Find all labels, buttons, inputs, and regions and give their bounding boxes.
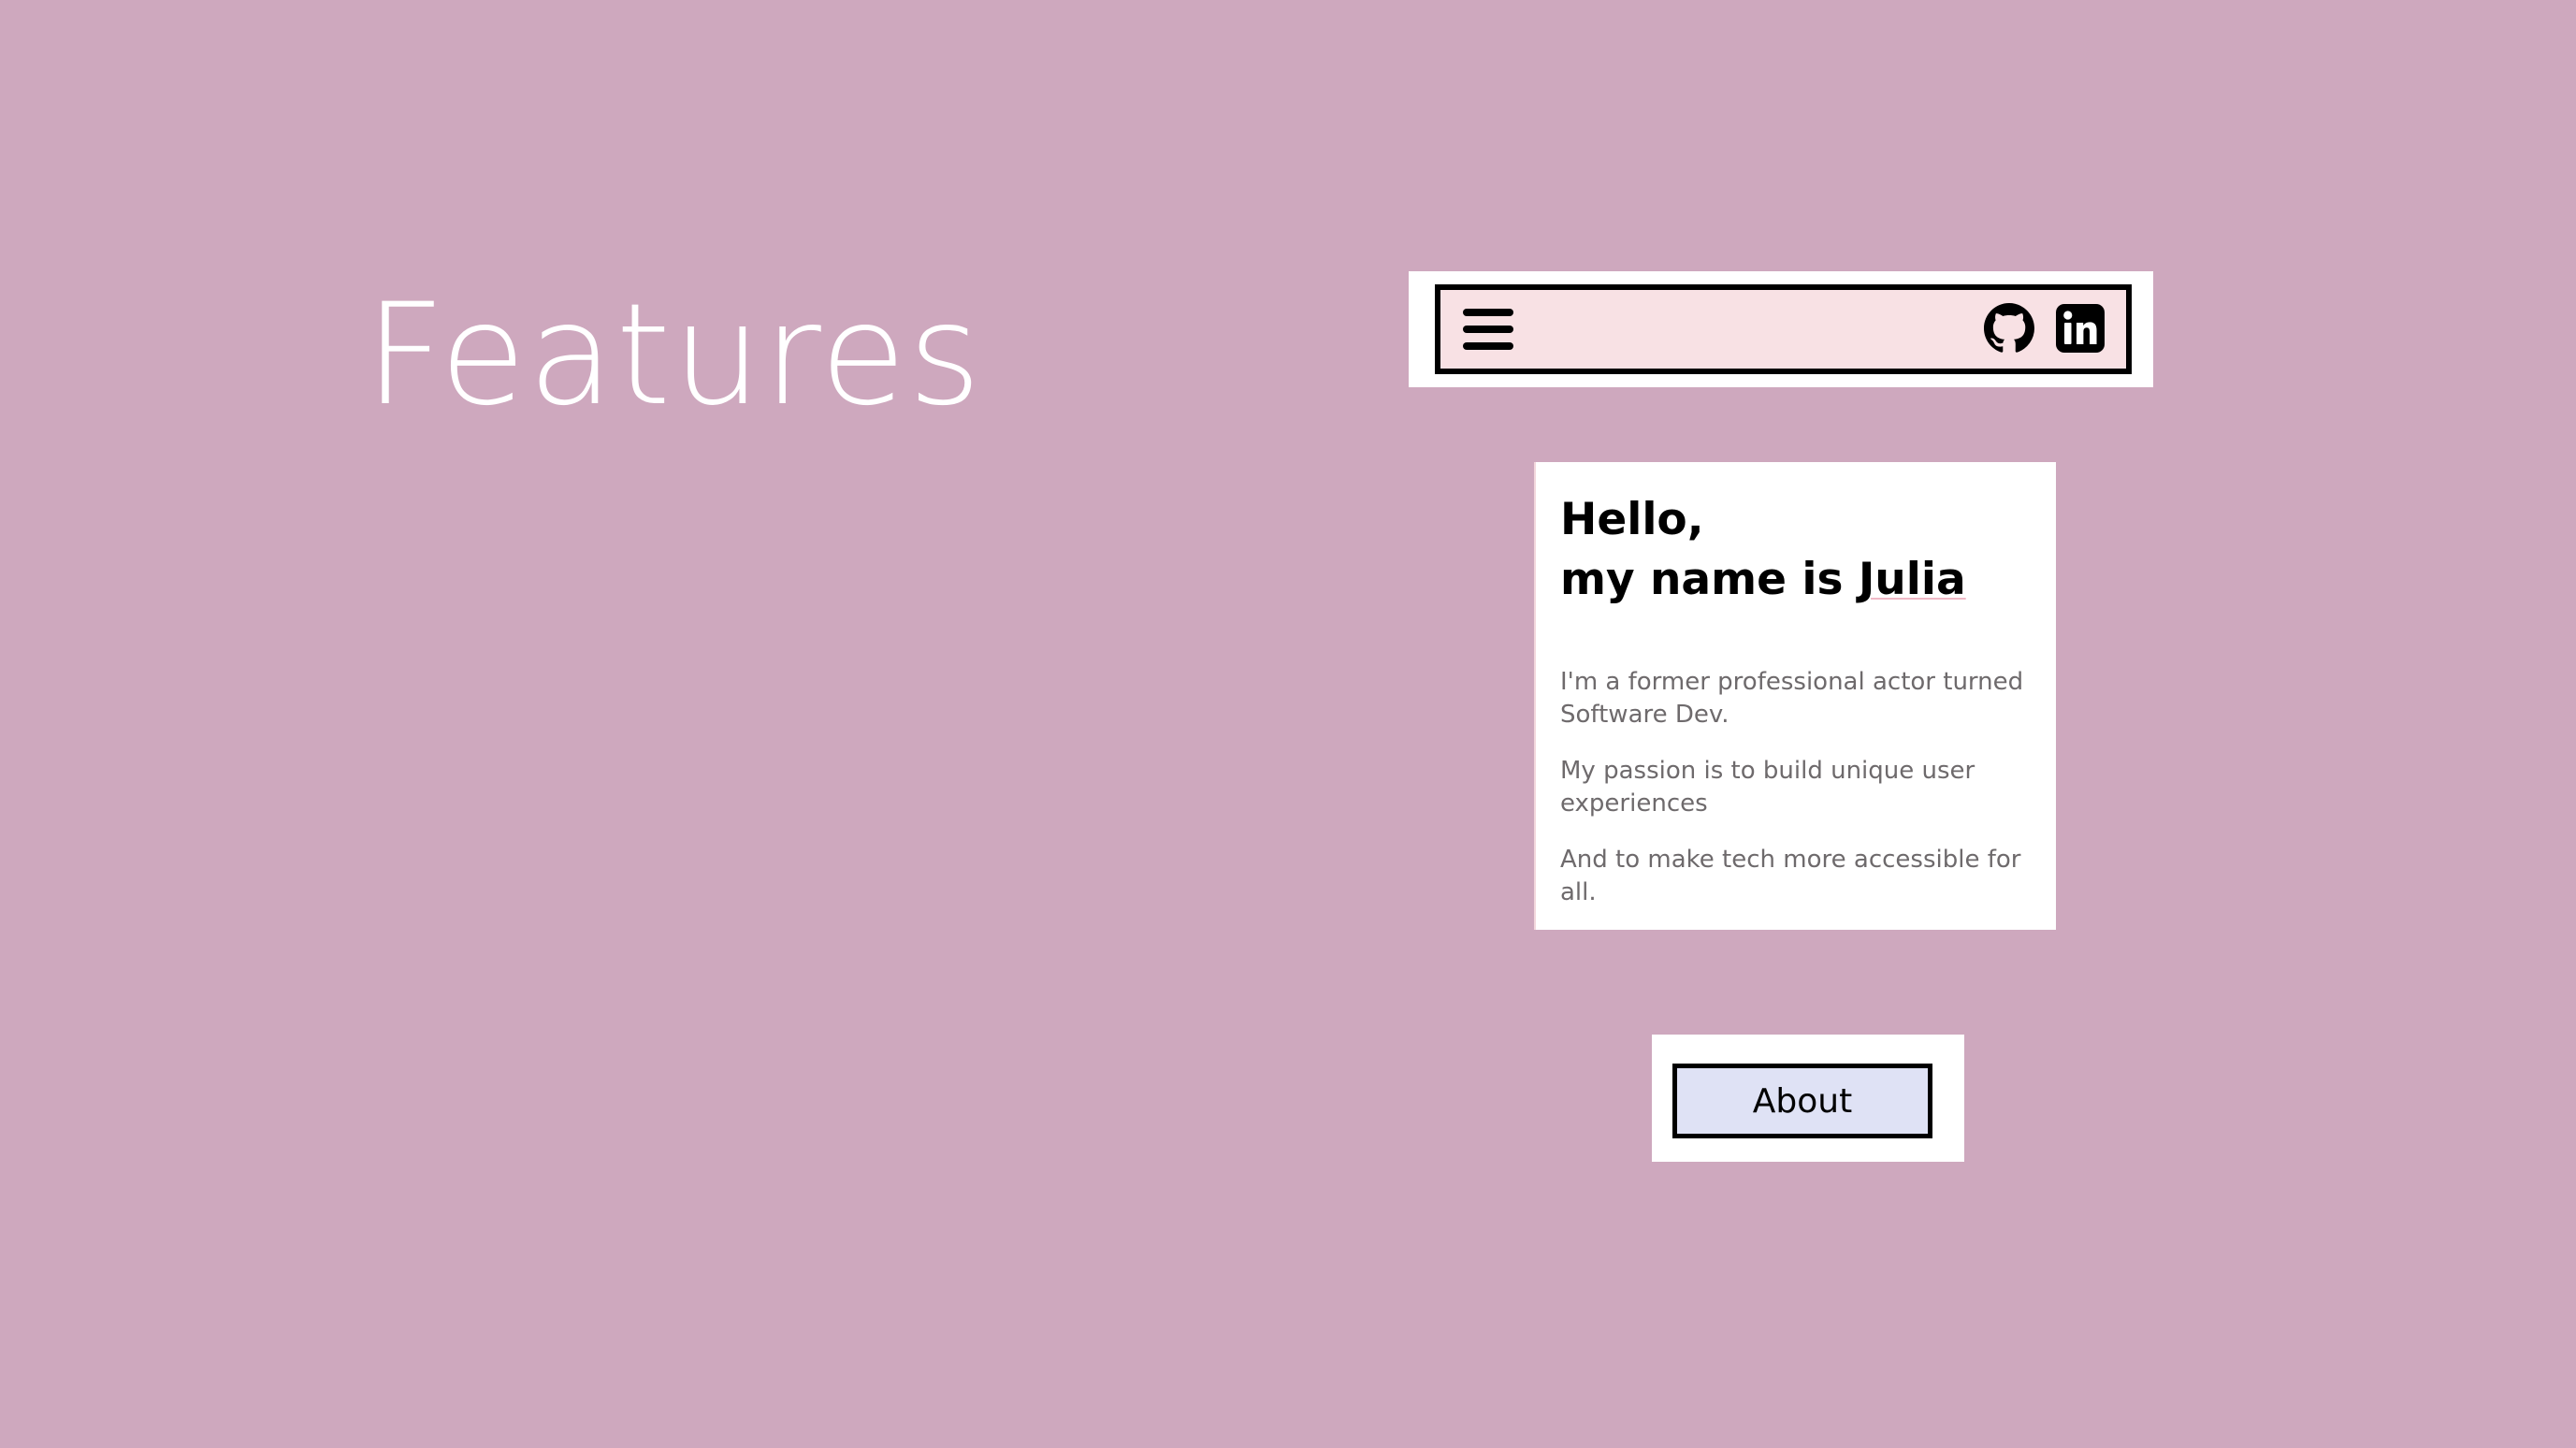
linkedin-icon[interactable]: [2055, 303, 2106, 354]
greeting-text: Hello,: [1560, 494, 1704, 545]
social-links: [1984, 303, 2106, 354]
intro-card: Hello, my name is Julia I'm a former pro…: [1534, 462, 2056, 930]
name-text: Julia: [1858, 554, 1966, 605]
navbar: [1435, 284, 2132, 374]
hamburger-menu-icon[interactable]: [1463, 309, 1513, 350]
name-prefix-text: my name is: [1560, 554, 1859, 605]
about-button-card: About: [1652, 1035, 1964, 1162]
intro-paragraph: I'm a former professional actor turned S…: [1560, 668, 2024, 729]
about-button[interactable]: About: [1672, 1064, 1932, 1138]
intro-paragraph: My passion is to build unique user exper…: [1560, 757, 1975, 818]
intro-paragraph: And to make tech more accessible for all…: [1560, 846, 2021, 906]
github-icon[interactable]: [1984, 303, 2034, 354]
navbar-preview-card: [1409, 271, 2153, 387]
slide-title: Features: [365, 274, 983, 437]
intro-heading: Hello, my name is Julia: [1560, 490, 2033, 610]
